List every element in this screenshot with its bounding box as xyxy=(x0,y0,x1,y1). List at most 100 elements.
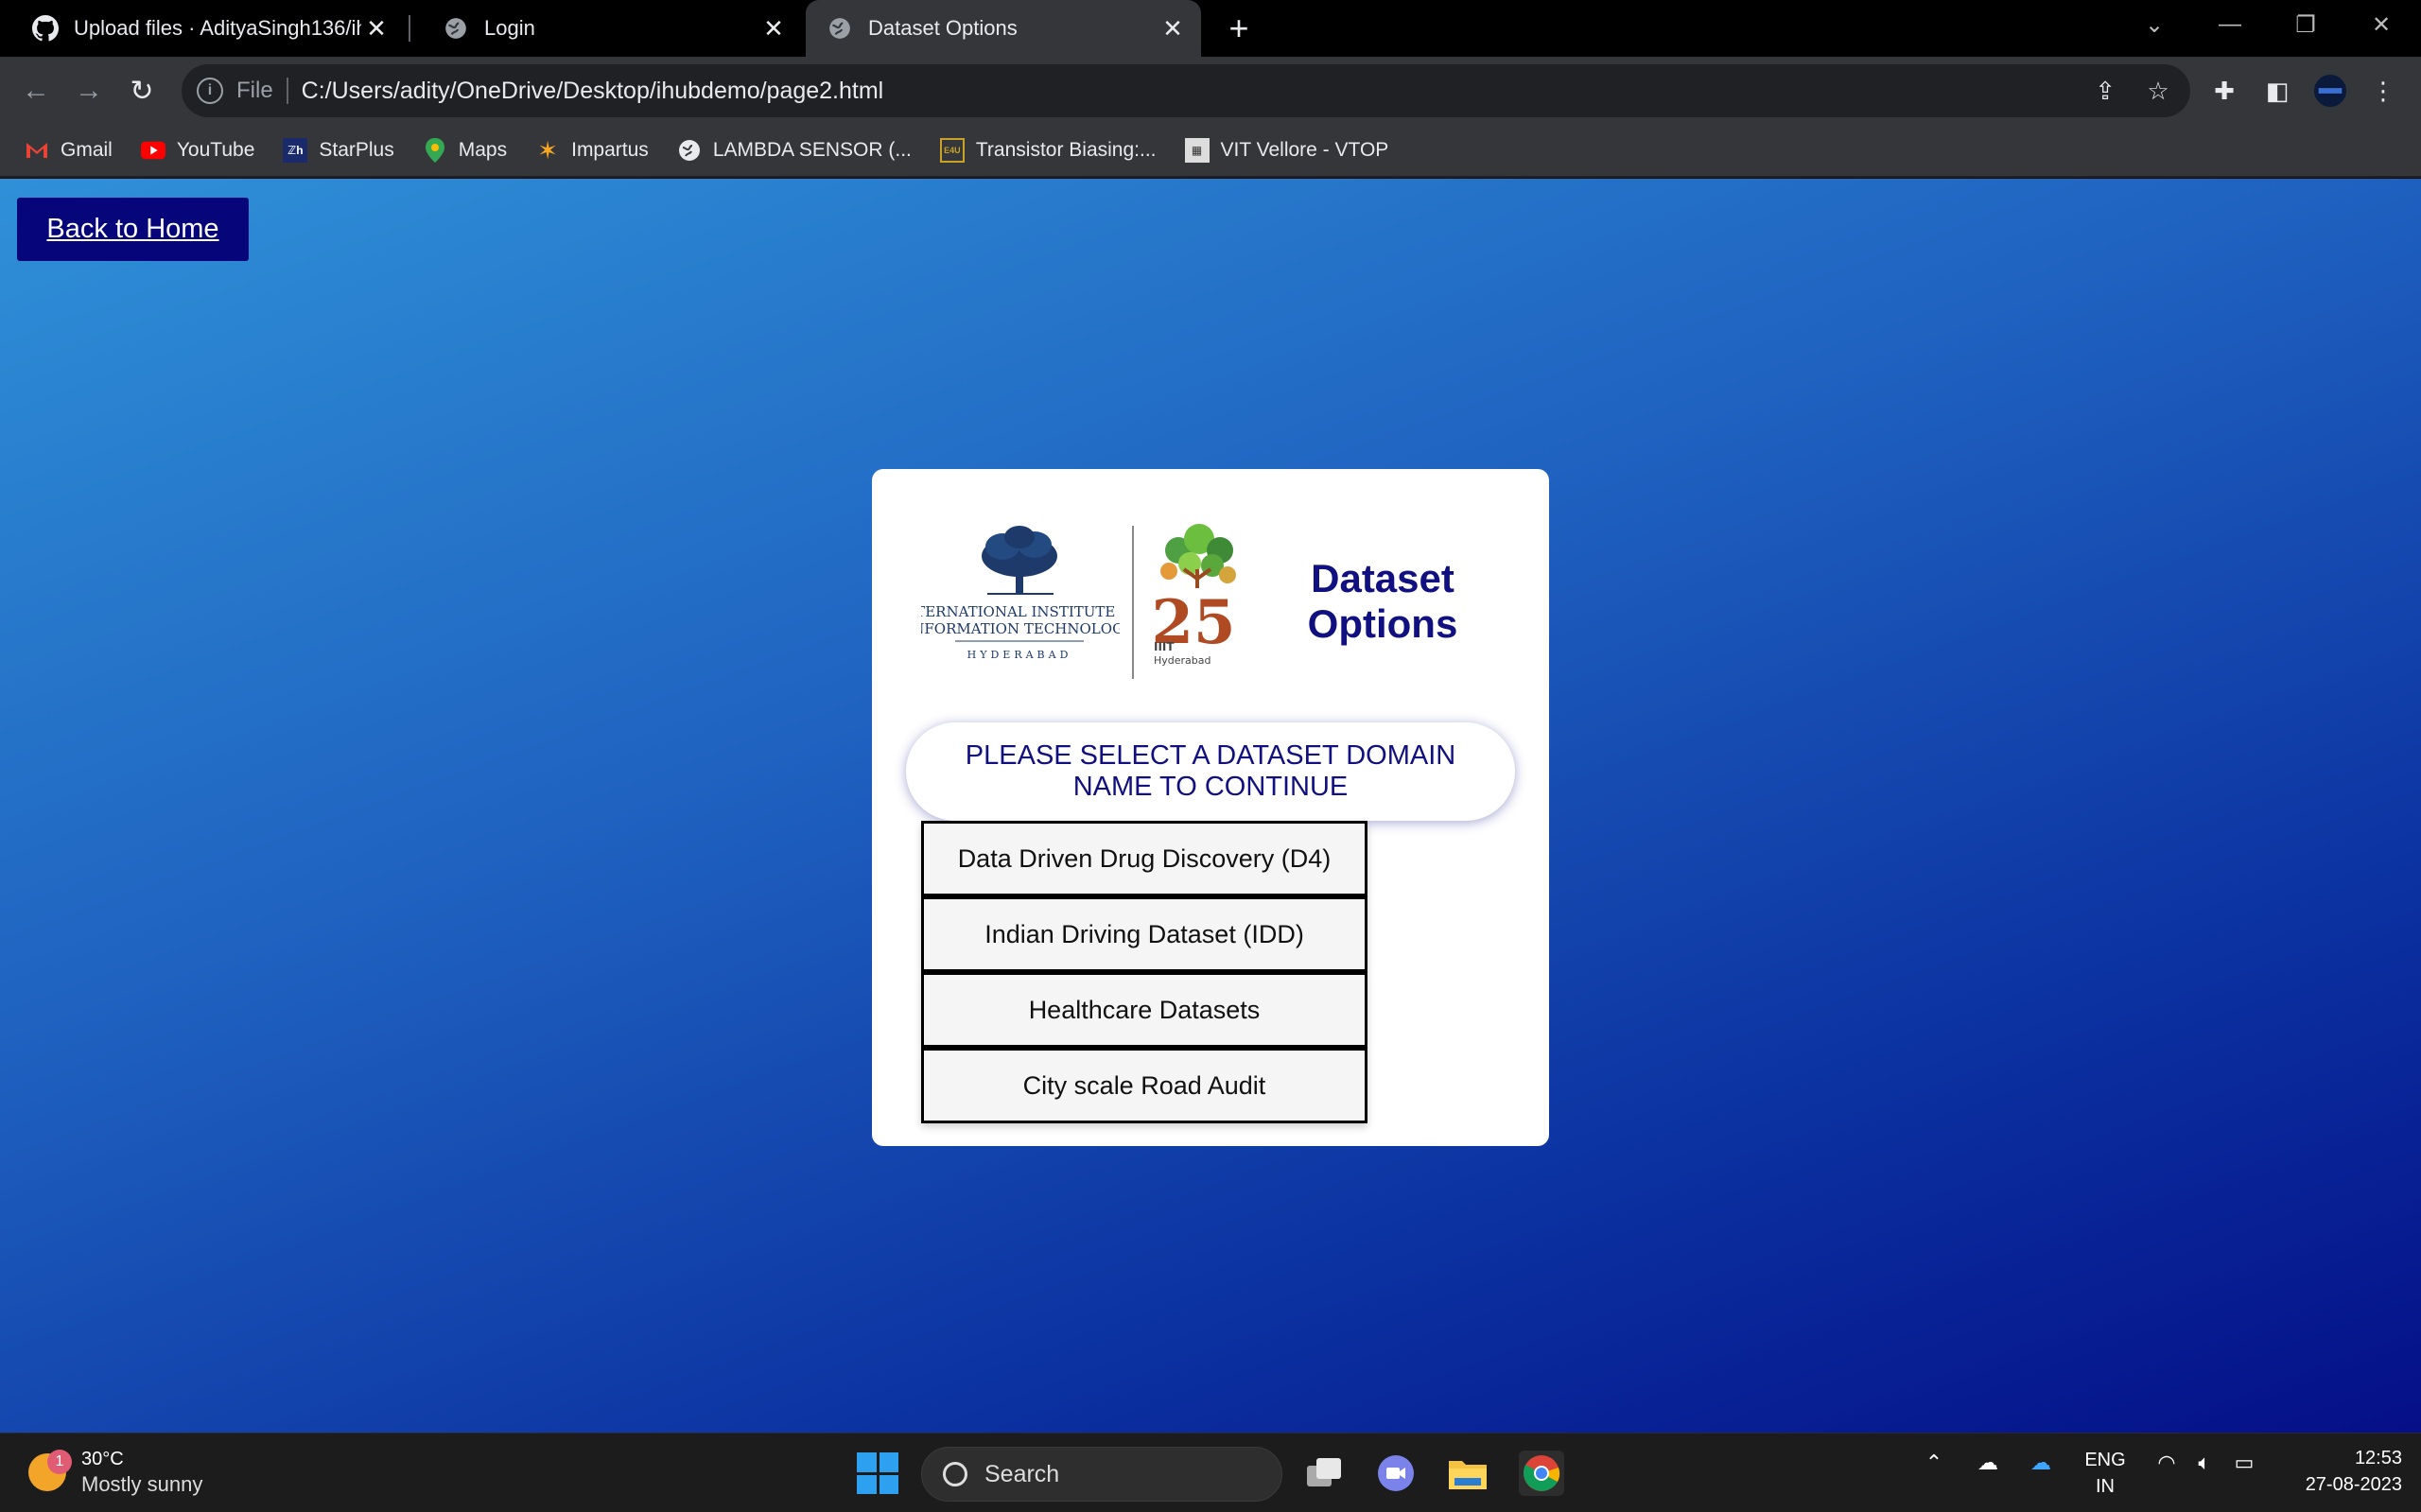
tab-strip: Upload files · AdityaSingh136/ihu ✕ Logi… xyxy=(0,0,2421,57)
weather-sun-icon: 1 xyxy=(28,1450,72,1491)
page-title: Dataset Options xyxy=(1269,556,1496,647)
e4u-icon: E4U xyxy=(939,138,965,163)
close-window-icon[interactable]: ✕ xyxy=(2343,0,2419,49)
scheme-divider xyxy=(286,78,288,104)
bookmark-star-icon[interactable]: ☆ xyxy=(2141,74,2175,108)
address-bar[interactable]: i File C:/Users/adity/OneDrive/Desktop/i… xyxy=(182,64,2190,117)
logo-text-line3: HYDERABAD xyxy=(967,649,1072,661)
globe-icon xyxy=(443,15,469,42)
title-line2: Options xyxy=(1307,601,1458,646)
taskbar-search[interactable]: Search xyxy=(921,1447,1282,1502)
menu-kebab-icon[interactable]: ⋮ xyxy=(2366,74,2400,108)
logo-divider xyxy=(1132,526,1134,679)
back-arrow-icon[interactable]: ← xyxy=(19,74,53,108)
tab-search-chevron-icon[interactable]: ⌄ xyxy=(2116,0,2192,49)
bookmark-gmail[interactable]: Gmail xyxy=(25,138,113,163)
weather-temperature: 30°C xyxy=(81,1449,124,1469)
language-line2: IN xyxy=(2096,1476,2115,1497)
bookmark-label: StarPlus xyxy=(319,139,394,161)
close-icon[interactable]: ✕ xyxy=(758,13,789,43)
new-tab-button[interactable]: + xyxy=(1220,9,1258,47)
bookmark-label: YouTube xyxy=(176,139,255,161)
tab-title: Dataset Options xyxy=(868,16,1018,40)
logo-25-label1: IIIT xyxy=(1154,640,1175,653)
url-text[interactable]: C:/Users/adity/OneDrive/Desktop/ihubdemo… xyxy=(302,78,884,105)
browser-toolbar: ← → ↻ i File C:/Users/adity/OneDrive/Des… xyxy=(0,57,2421,125)
bookmark-label: Impartus xyxy=(571,139,649,161)
language-line1: ENG xyxy=(2084,1450,2126,1470)
logo-text-line1: INTERNATIONAL INSTITUTE OF xyxy=(921,603,1120,620)
bookmark-transistor-biasing[interactable]: E4U Transistor Biasing:... xyxy=(939,138,1157,163)
page-viewport: Back to Home INTERNATIONAL INSTITUTE OF … xyxy=(0,179,2421,1433)
bookmark-vit-vtop[interactable]: ▦ VIT Vellore - VTOP xyxy=(1184,138,1389,163)
dataset-options-list: Data Driven Drug Discovery (D4) Indian D… xyxy=(921,821,1367,1123)
clock-time: 12:53 xyxy=(2354,1448,2402,1469)
bookmark-label: Transistor Biasing:... xyxy=(975,139,1157,161)
extensions-icon[interactable]: ✚ xyxy=(2207,74,2241,108)
bookmark-label: Gmail xyxy=(61,139,113,161)
language-indicator[interactable]: ENG IN xyxy=(2077,1447,2134,1500)
search-icon xyxy=(943,1462,967,1486)
scheme-label: File xyxy=(236,78,273,103)
restore-icon[interactable]: ❐ xyxy=(2268,0,2343,49)
side-panel-icon[interactable]: ◧ xyxy=(2260,74,2294,108)
option-healthcare[interactable]: Healthcare Datasets xyxy=(921,972,1367,1048)
dataset-options-card: INTERNATIONAL INSTITUTE OF INFORMATION T… xyxy=(872,469,1549,1146)
volume-icon[interactable]: 🔈︎ xyxy=(2188,1451,2221,1475)
weather-condition: Mostly sunny xyxy=(81,1472,203,1496)
option-d4[interactable]: Data Driven Drug Discovery (D4) xyxy=(921,821,1367,896)
windows-start-icon[interactable] xyxy=(857,1452,898,1494)
onedrive-personal-icon[interactable]: ☁ xyxy=(1969,1451,2007,1475)
tab-login[interactable]: Login ✕ xyxy=(410,0,802,57)
onedrive-business-icon[interactable]: ☁ xyxy=(2022,1451,2060,1475)
wifi-icon[interactable]: ◠ xyxy=(2151,1451,2183,1475)
close-icon[interactable]: ✕ xyxy=(361,13,392,43)
system-clock[interactable]: 12:53 27-08-2023 xyxy=(2270,1445,2402,1498)
starplus-icon: ℤh xyxy=(283,138,308,163)
close-icon[interactable]: ✕ xyxy=(1158,13,1188,43)
bookmark-starplus[interactable]: ℤh StarPlus xyxy=(283,138,394,163)
bookmark-maps[interactable]: Maps xyxy=(423,138,507,163)
teams-chat-icon[interactable] xyxy=(1373,1451,1419,1496)
bookmark-impartus[interactable]: ✶ Impartus xyxy=(535,135,649,165)
search-label: Search xyxy=(984,1460,1060,1487)
title-line1: Dataset xyxy=(1311,556,1454,600)
gmail-icon xyxy=(25,138,49,163)
option-road-audit[interactable]: City scale Road Audit xyxy=(921,1048,1367,1123)
logo-25-label2: Hyderabad xyxy=(1154,654,1211,667)
clock-date: 27-08-2023 xyxy=(2305,1474,2402,1495)
bookmark-label: VIT Vellore - VTOP xyxy=(1220,139,1389,161)
share-icon[interactable]: ⇪ xyxy=(2088,74,2122,108)
file-explorer-icon[interactable] xyxy=(1445,1451,1490,1496)
bookmark-label: Maps xyxy=(458,139,508,161)
info-icon[interactable]: i xyxy=(197,78,223,104)
select-domain-prompt: PLEASE SELECT A DATASET DOMAIN NAME TO C… xyxy=(906,722,1515,821)
battery-icon[interactable]: ▭ xyxy=(2228,1451,2260,1475)
bookmark-youtube[interactable]: YouTube xyxy=(140,138,255,163)
bookmark-label: LAMBDA SENSOR (... xyxy=(712,139,912,161)
profile-avatar-icon[interactable] xyxy=(2313,74,2347,108)
globe-icon xyxy=(677,138,702,163)
maps-icon xyxy=(423,138,447,163)
task-view-icon[interactable] xyxy=(1301,1451,1347,1496)
chrome-icon[interactable] xyxy=(1519,1451,1564,1496)
tab-upload-files[interactable]: Upload files · AdityaSingh136/ihu ✕ xyxy=(0,0,405,57)
github-icon xyxy=(32,15,59,42)
vtop-icon: ▦ xyxy=(1184,138,1210,163)
reload-icon[interactable]: ↻ xyxy=(125,74,159,108)
tab-dataset-options[interactable]: Dataset Options ✕ xyxy=(806,0,1201,57)
show-hidden-icons-chevron[interactable]: ⌃ xyxy=(1920,1451,1948,1475)
logo-text-line2: INFORMATION TECHNOLOGY xyxy=(921,620,1120,637)
option-idd[interactable]: Indian Driving Dataset (IDD) xyxy=(921,896,1367,972)
forward-arrow-icon[interactable]: → xyxy=(72,74,106,108)
back-to-home-button[interactable]: Back to Home xyxy=(17,198,249,261)
impartus-icon: ✶ xyxy=(537,135,558,165)
youtube-icon xyxy=(140,138,165,163)
tab-title: Upload files · AdityaSingh136/ihu xyxy=(74,16,361,40)
weather-widget[interactable]: 1 30°C Mostly sunny xyxy=(28,1447,202,1498)
minimize-icon[interactable]: — xyxy=(2192,0,2268,49)
tab-title: Login xyxy=(484,16,535,40)
bookmarks-bar: Gmail YouTube ℤh StarPlus Maps ✶ Impartu… xyxy=(0,125,2421,178)
bookmark-lambda-sensor[interactable]: LAMBDA SENSOR (... xyxy=(677,138,912,163)
iiit-hyderabad-logo: INTERNATIONAL INSTITUTE OF INFORMATION T… xyxy=(897,524,1141,666)
